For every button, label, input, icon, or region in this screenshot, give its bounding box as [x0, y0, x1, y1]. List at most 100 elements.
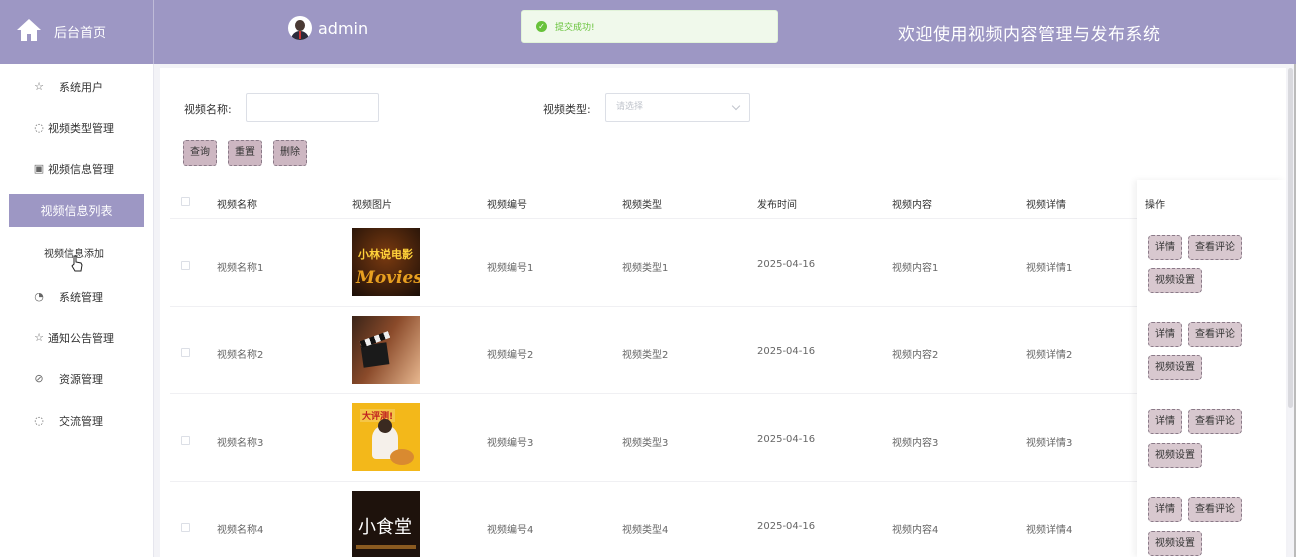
- star-icon: ☆: [34, 80, 44, 93]
- sidebar-item-exchange[interactable]: ◌ 交流管理: [0, 404, 154, 438]
- compass-icon: ⊘: [34, 372, 44, 385]
- video-thumbnail[interactable]: 大评测!: [352, 403, 420, 471]
- sidebar-item-label: 系统用户: [59, 81, 103, 94]
- drop-icon: ◌: [34, 121, 44, 134]
- sidebar-item-users[interactable]: ☆ 系统用户: [0, 70, 154, 104]
- row-divider: [170, 393, 1137, 394]
- success-toast: ✓ 提交成功!: [521, 10, 778, 43]
- cell-content: 视频内容1: [892, 263, 939, 274]
- row-divider: [170, 306, 1137, 307]
- home-link[interactable]: 后台首页: [0, 0, 154, 64]
- sidebar-item-video-types[interactable]: ◌ 视频类型管理: [0, 111, 154, 145]
- view-comments-button[interactable]: 查看评论: [1188, 235, 1242, 260]
- cell-name: 视频名称1: [217, 263, 264, 274]
- avatar: [288, 16, 312, 40]
- detail-button[interactable]: 详情: [1148, 409, 1182, 434]
- chevron-down-icon: [731, 101, 741, 111]
- video-thumbnail[interactable]: 小食堂: [352, 491, 420, 557]
- sidebar: ☆ 系统用户 ◌ 视频类型管理 ▣ 视频信息管理 视频信息列表 视频信息添加 ◔…: [0, 64, 154, 557]
- cell-name: 视频名称4: [217, 525, 264, 536]
- sidebar-item-video-list[interactable]: 视频信息列表: [9, 194, 144, 227]
- video-type-label: 视频类型:: [543, 103, 591, 116]
- mouse-cursor-icon: [71, 255, 83, 272]
- cycle-icon: ◔: [34, 290, 44, 303]
- cell-code: 视频编号4: [487, 525, 534, 536]
- column-header: 视频内容: [892, 200, 932, 211]
- video-type-select[interactable]: 请选择: [605, 93, 750, 122]
- sidebar-item-label: 资源管理: [59, 373, 103, 386]
- sidebar-item-label: 视频信息管理: [48, 163, 114, 176]
- cell-type: 视频类型2: [622, 350, 669, 361]
- cell-content: 视频内容2: [892, 350, 939, 361]
- user-menu[interactable]: admin: [288, 16, 368, 40]
- cell-content: 视频内容3: [892, 438, 939, 449]
- video-settings-button[interactable]: 视频设置: [1148, 531, 1202, 556]
- delete-button[interactable]: 删除: [273, 140, 307, 166]
- video-thumbnail[interactable]: 小林说电影 Movies: [352, 228, 420, 296]
- row-divider: [170, 481, 1137, 482]
- operations-column: 操作 详情 查看评论 视频设置 详情 查看评论 视频设置 详情 查看评论 视频设…: [1137, 180, 1286, 557]
- view-comments-button[interactable]: 查看评论: [1188, 497, 1242, 522]
- sidebar-item-video-info[interactable]: ▣ 视频信息管理: [0, 152, 154, 186]
- cell-type: 视频类型1: [622, 263, 669, 274]
- column-header: 视频详情: [1026, 200, 1066, 211]
- sidebar-item-system[interactable]: ◔ 系统管理: [0, 280, 154, 314]
- row-checkbox[interactable]: [181, 261, 190, 270]
- detail-button[interactable]: 详情: [1148, 322, 1182, 347]
- drop-outline-icon: ◌: [34, 414, 44, 427]
- cell-name: 视频名称3: [217, 438, 264, 449]
- toast-text: 提交成功!: [555, 23, 595, 33]
- cell-type: 视频类型4: [622, 525, 669, 536]
- cell-code: 视频编号3: [487, 438, 534, 449]
- cell-code: 视频编号2: [487, 350, 534, 361]
- home-icon: [17, 19, 41, 41]
- view-comments-button[interactable]: 查看评论: [1188, 409, 1242, 434]
- cell-date: 2025-04-16: [757, 259, 816, 270]
- main-panel: 视频名称: 视频类型: 请选择 查询 重置 删除 视频名称 视频图片 视频编号 …: [160, 68, 1286, 557]
- select-all-checkbox[interactable]: [181, 197, 190, 206]
- column-header: 发布时间: [757, 200, 797, 211]
- cell-content: 视频内容4: [892, 525, 939, 536]
- row-checkbox[interactable]: [181, 348, 190, 357]
- sidebar-item-notices[interactable]: ☆ 通知公告管理: [0, 321, 154, 355]
- detail-button[interactable]: 详情: [1148, 497, 1182, 522]
- cell-detail: 视频详情2: [1026, 350, 1073, 361]
- username: admin: [318, 18, 369, 38]
- video-type-placeholder: 请选择: [616, 102, 644, 112]
- cell-code: 视频编号1: [487, 263, 534, 274]
- column-header: 操作: [1145, 200, 1165, 211]
- cell-date: 2025-04-16: [757, 434, 816, 445]
- row-checkbox[interactable]: [181, 523, 190, 532]
- cell-type: 视频类型3: [622, 438, 669, 449]
- video-name-label: 视频名称:: [184, 103, 232, 116]
- video-thumbnail[interactable]: [352, 316, 420, 384]
- row-checkbox[interactable]: [181, 436, 190, 445]
- video-settings-button[interactable]: 视频设置: [1148, 443, 1202, 468]
- view-comments-button[interactable]: 查看评论: [1188, 322, 1242, 347]
- column-header: 视频名称: [217, 200, 257, 211]
- cell-detail: 视频详情4: [1026, 525, 1073, 536]
- video-settings-button[interactable]: 视频设置: [1148, 268, 1202, 293]
- cell-name: 视频名称2: [217, 350, 264, 361]
- video-name-input[interactable]: [246, 93, 379, 122]
- cell-detail: 视频详情3: [1026, 438, 1073, 449]
- sidebar-item-label: 交流管理: [59, 415, 103, 428]
- reset-button[interactable]: 重置: [228, 140, 262, 166]
- vertical-scrollbar[interactable]: [1288, 68, 1293, 408]
- sidebar-item-resources[interactable]: ⊘ 资源管理: [0, 362, 154, 396]
- row-divider: [170, 218, 1137, 219]
- sidebar-item-label: 通知公告管理: [48, 332, 114, 345]
- home-label: 后台首页: [54, 26, 107, 41]
- sidebar-item-label: 系统管理: [59, 291, 103, 304]
- column-header: 视频图片: [352, 200, 392, 211]
- sidebar-item-label: 视频类型管理: [48, 122, 114, 135]
- video-settings-button[interactable]: 视频设置: [1148, 355, 1202, 380]
- query-button[interactable]: 查询: [183, 140, 217, 166]
- trash-icon: ▣: [33, 162, 45, 175]
- column-header: 视频类型: [622, 200, 662, 211]
- star-outline-icon: ☆: [34, 331, 44, 344]
- cell-detail: 视频详情1: [1026, 263, 1073, 274]
- detail-button[interactable]: 详情: [1148, 235, 1182, 260]
- check-circle-icon: ✓: [536, 21, 547, 32]
- cell-date: 2025-04-16: [757, 521, 816, 532]
